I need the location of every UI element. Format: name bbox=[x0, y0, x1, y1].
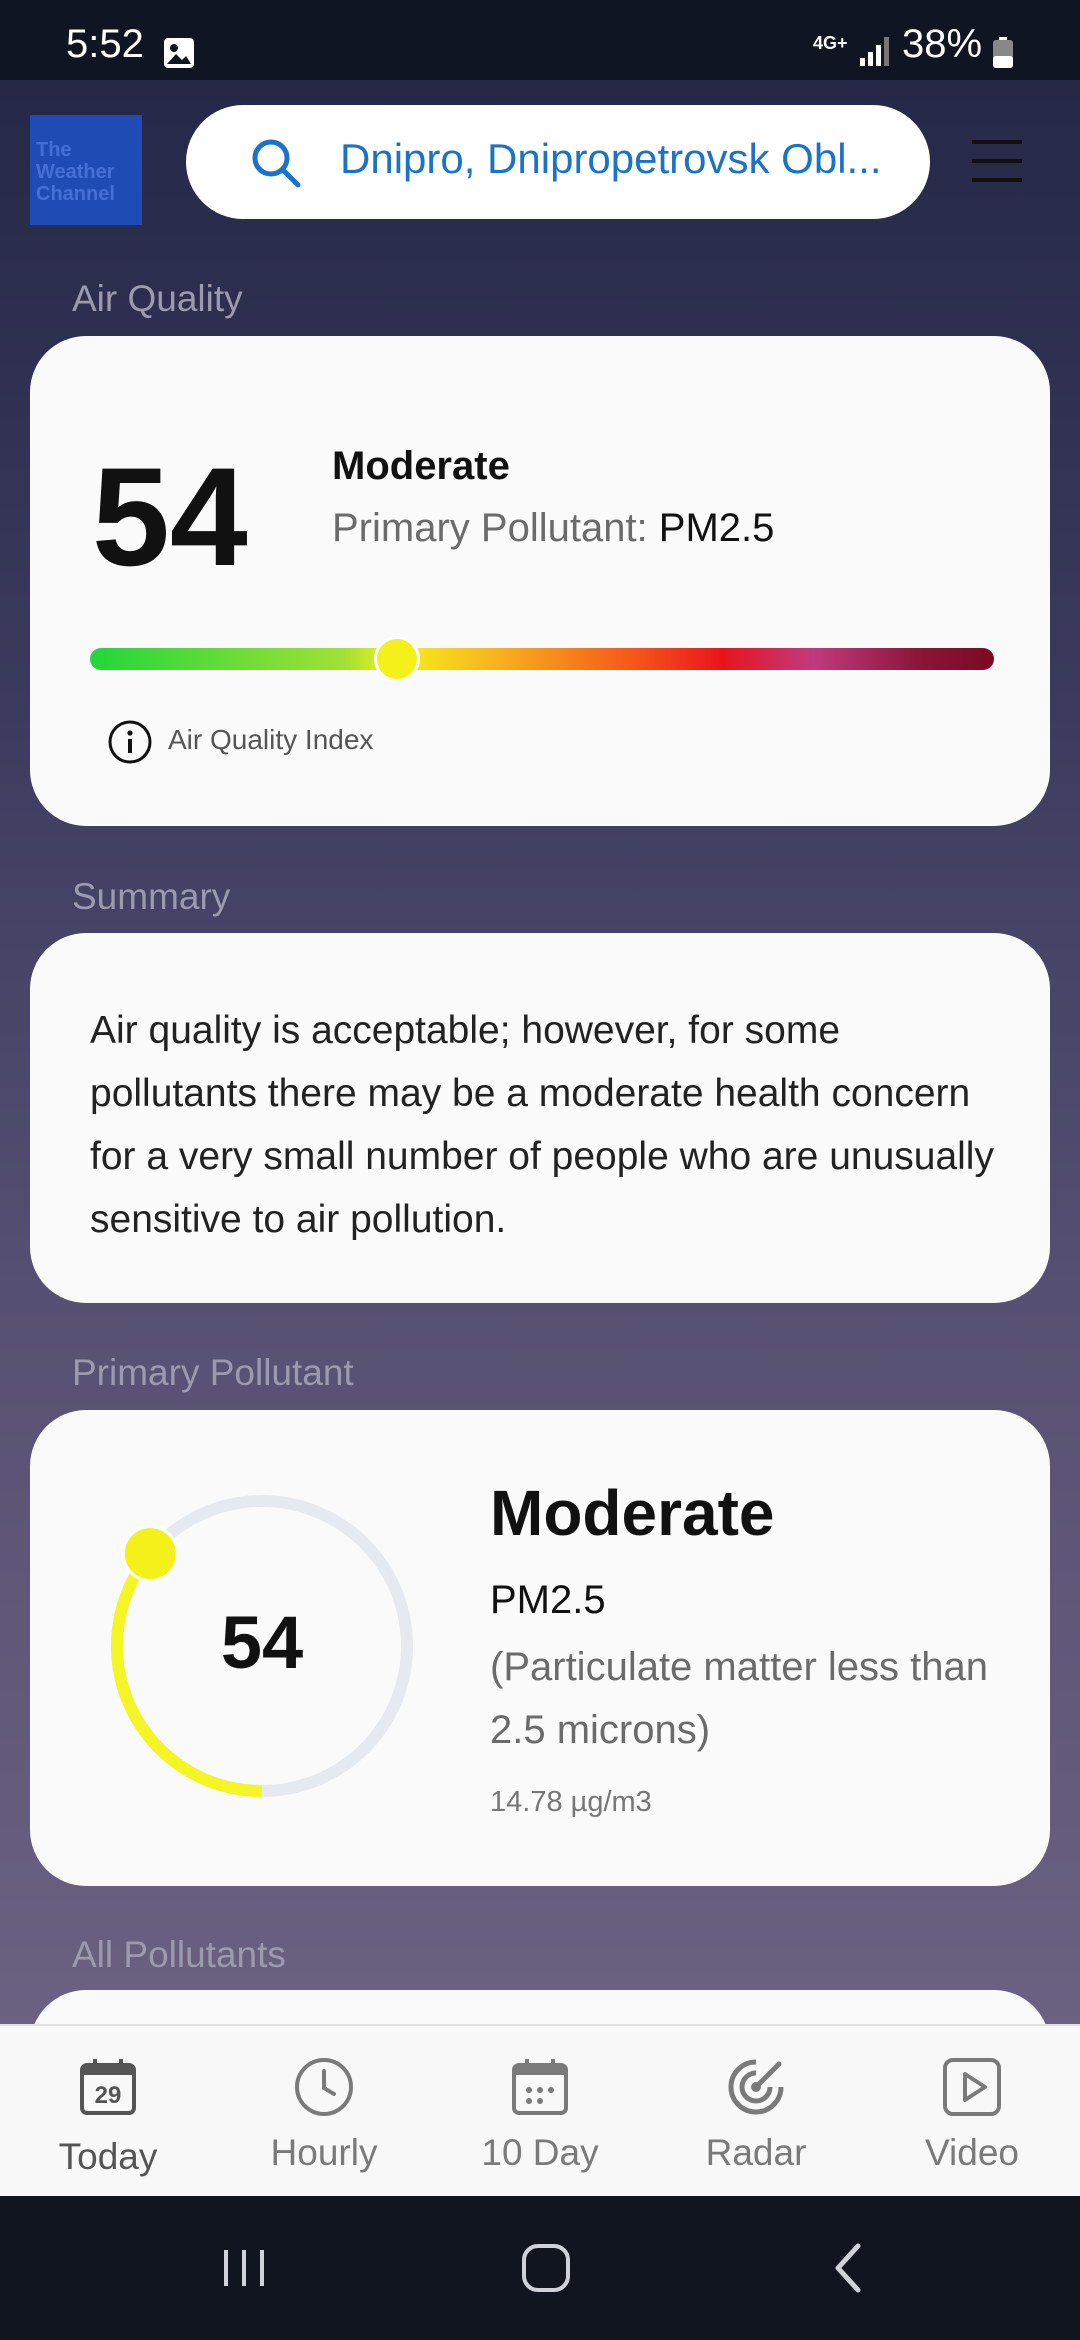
summary-text: Air quality is acceptable; however, for … bbox=[90, 1009, 994, 1241]
pollutant-category: Moderate bbox=[490, 1477, 775, 1549]
clock-icon bbox=[295, 2058, 353, 2116]
info-icon[interactable] bbox=[106, 718, 154, 766]
search-icon bbox=[252, 139, 301, 188]
section-title-air-quality: Air Quality bbox=[72, 278, 243, 319]
nav-hourly[interactable]: Hourly bbox=[216, 2026, 432, 2198]
pollutant-code: PM2.5 bbox=[490, 1578, 606, 1622]
home-icon[interactable] bbox=[516, 2238, 576, 2298]
section-title-all-pollutants: All Pollutants bbox=[72, 1934, 286, 1975]
back-icon[interactable] bbox=[820, 2238, 880, 2298]
gauge-knob bbox=[121, 1525, 179, 1583]
nav-label-hourly: Hourly bbox=[270, 2132, 378, 2173]
hamburger-menu-icon[interactable] bbox=[970, 136, 1024, 186]
nav-radar[interactable]: Radar bbox=[648, 2026, 864, 2198]
calendar-day-number: 29 bbox=[95, 2082, 122, 2109]
search-input[interactable]: Dnipro, Dnipropetrovsk Obl... bbox=[340, 135, 910, 183]
nav-label-video: Video bbox=[925, 2132, 1019, 2173]
battery-icon bbox=[993, 37, 1013, 68]
section-title-primary-pollutant: Primary Pollutant bbox=[72, 1352, 354, 1393]
aqi-value: 54 bbox=[92, 438, 248, 595]
nav-video[interactable]: Video bbox=[864, 2026, 1080, 2198]
battery-percent: 38% bbox=[902, 22, 983, 66]
system-nav-bar bbox=[0, 2196, 1080, 2340]
radar-icon bbox=[728, 2059, 784, 2115]
primary-pollutant-label: Primary Pollutant: bbox=[332, 506, 648, 550]
air-quality-card: 54 Moderate Primary Pollutant: PM2.5 Air… bbox=[30, 336, 1050, 826]
pollutant-description: (Particulate matter less than 2.5 micron… bbox=[490, 1645, 988, 1752]
aqi-category: Moderate bbox=[332, 444, 510, 488]
calendar-day-icon: 29 bbox=[80, 2059, 136, 2115]
signal-icon bbox=[860, 37, 889, 66]
status-bar: 5:52 4G+ 38% bbox=[0, 0, 1080, 80]
nav-label-radar: Radar bbox=[705, 2132, 807, 2173]
pollutant-concentration: 14.78 µg/m3 bbox=[490, 1786, 652, 1818]
primary-pollutant-line: Primary Pollutant: PM2.5 bbox=[332, 506, 774, 551]
calendar-icon bbox=[512, 2059, 568, 2115]
primary-pollutant-card[interactable]: 54 Moderate PM2.5 (Particulate matter le… bbox=[30, 1410, 1050, 1886]
summary-card: Air quality is acceptable; however, for … bbox=[30, 933, 1050, 1303]
nav-label-today: Today bbox=[58, 2136, 158, 2177]
status-time: 5:52 bbox=[66, 22, 144, 66]
image-notification-icon bbox=[164, 38, 194, 68]
bottom-nav: 29 Today Hourly 10 Day Radar Video bbox=[0, 2024, 1080, 2196]
nav-10-day[interactable]: 10 Day bbox=[432, 2026, 648, 2198]
location-search-bar[interactable]: Dnipro, Dnipropetrovsk Obl... bbox=[186, 105, 930, 219]
nav-today[interactable]: 29 Today bbox=[0, 2026, 216, 2198]
aqi-color-scale bbox=[90, 648, 994, 670]
aqi-scale-marker bbox=[374, 636, 421, 682]
recent-apps-icon[interactable] bbox=[214, 2238, 274, 2298]
section-title-summary: Summary bbox=[72, 876, 231, 917]
weather-channel-logo[interactable]: The Weather Channel bbox=[30, 115, 142, 225]
play-icon bbox=[943, 2058, 1001, 2116]
network-type: 4G+ bbox=[813, 33, 848, 53]
aqi-index-label[interactable]: Air Quality Index bbox=[168, 724, 373, 756]
primary-pollutant-value: PM2.5 bbox=[658, 506, 775, 550]
nav-label-10-day: 10 Day bbox=[481, 2132, 599, 2173]
pollutant-gauge-value: 54 bbox=[220, 1601, 304, 1684]
